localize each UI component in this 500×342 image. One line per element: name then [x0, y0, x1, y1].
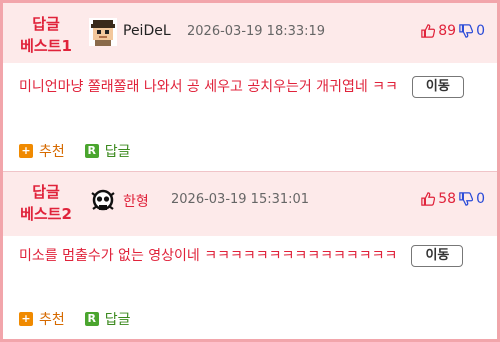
recommend-button[interactable]: + 추천 [19, 141, 65, 161]
comment-text: 미소를 멈출수가 없는 영상이네 ㅋㅋㅋㅋㅋㅋㅋㅋㅋㅋㅋㅋㅋㅋㅋ [19, 248, 398, 264]
timestamp: 2026-03-19 15:31:01 [171, 192, 310, 207]
reply-button[interactable]: R 답글 [84, 309, 131, 329]
nickname-link[interactable]: 한형 [123, 191, 149, 211]
reply-button[interactable]: R 답글 [84, 141, 131, 161]
nickname-link[interactable]: PeiDeL [123, 23, 171, 39]
comment-header: 답글 베스트1 PeiDeL 2026-03-19 18:33:19 89 0 [3, 3, 497, 63]
vote-box: 58 0 [421, 191, 485, 207]
pixel-avatar-icon[interactable] [89, 18, 117, 46]
thumbs-up-icon[interactable] [421, 24, 436, 38]
comment-actions: + 추천 R 답글 [19, 141, 151, 161]
best-comments-panel: 답글 베스트1 PeiDeL 2026-03-19 18:33:19 89 0 … [0, 0, 500, 342]
comment-text: 미니언마냥 쫄래쫄래 나와서 공 세우고 공치우는거 개귀엽네 ㅋㅋ [19, 79, 398, 95]
recommend-label: 추천 [39, 144, 65, 160]
comment-actions: + 추천 R 답글 [19, 309, 151, 329]
best-badge-line1: 답글 [32, 15, 60, 33]
thumbs-up-icon[interactable] [421, 192, 436, 206]
plus-square-icon: + [19, 312, 33, 326]
recommend-button[interactable]: + 추천 [19, 309, 65, 329]
downvote-count: 0 [476, 191, 485, 207]
reply-r-icon: R [84, 312, 99, 326]
recommend-label: 추천 [39, 312, 65, 328]
best-comment-1: 답글 베스트1 PeiDeL 2026-03-19 18:33:19 89 0 … [3, 3, 497, 171]
move-button[interactable]: 이동 [411, 76, 464, 98]
upvote-count: 58 [438, 191, 457, 207]
timestamp: 2026-03-19 18:33:19 [187, 24, 326, 39]
skull-avatar-icon[interactable] [89, 187, 117, 215]
comment-header: 답글 베스트2 한형 2026-03-19 15:31:01 58 0 [3, 171, 497, 236]
best-badge: 답글 베스트2 [14, 181, 78, 225]
vote-box: 89 0 [421, 23, 485, 39]
reply-label: 답글 [104, 144, 131, 160]
best-badge: 답글 베스트1 [14, 13, 78, 57]
plus-square-icon: + [19, 144, 33, 158]
comment-body: 미니언마냥 쫄래쫄래 나와서 공 세우고 공치우는거 개귀엽네 ㅋㅋ 이동 [19, 74, 481, 100]
downvote-count: 0 [476, 23, 485, 39]
reply-label: 답글 [104, 312, 131, 328]
best-badge-line2: 베스트1 [20, 37, 72, 55]
best-comment-2: 답글 베스트2 한형 2026-03-19 15:31:01 58 0 미소를 … [3, 171, 497, 339]
reply-r-icon: R [84, 144, 99, 158]
move-button[interactable]: 이동 [411, 245, 464, 267]
best-badge-line1: 답글 [32, 183, 60, 201]
upvote-count: 89 [438, 23, 457, 39]
comment-body: 미소를 멈출수가 없는 영상이네 ㅋㅋㅋㅋㅋㅋㅋㅋㅋㅋㅋㅋㅋㅋㅋ 이동 [19, 243, 481, 269]
best-badge-line2: 베스트2 [20, 205, 72, 223]
thumbs-down-icon[interactable] [459, 192, 474, 206]
thumbs-down-icon[interactable] [459, 24, 474, 38]
